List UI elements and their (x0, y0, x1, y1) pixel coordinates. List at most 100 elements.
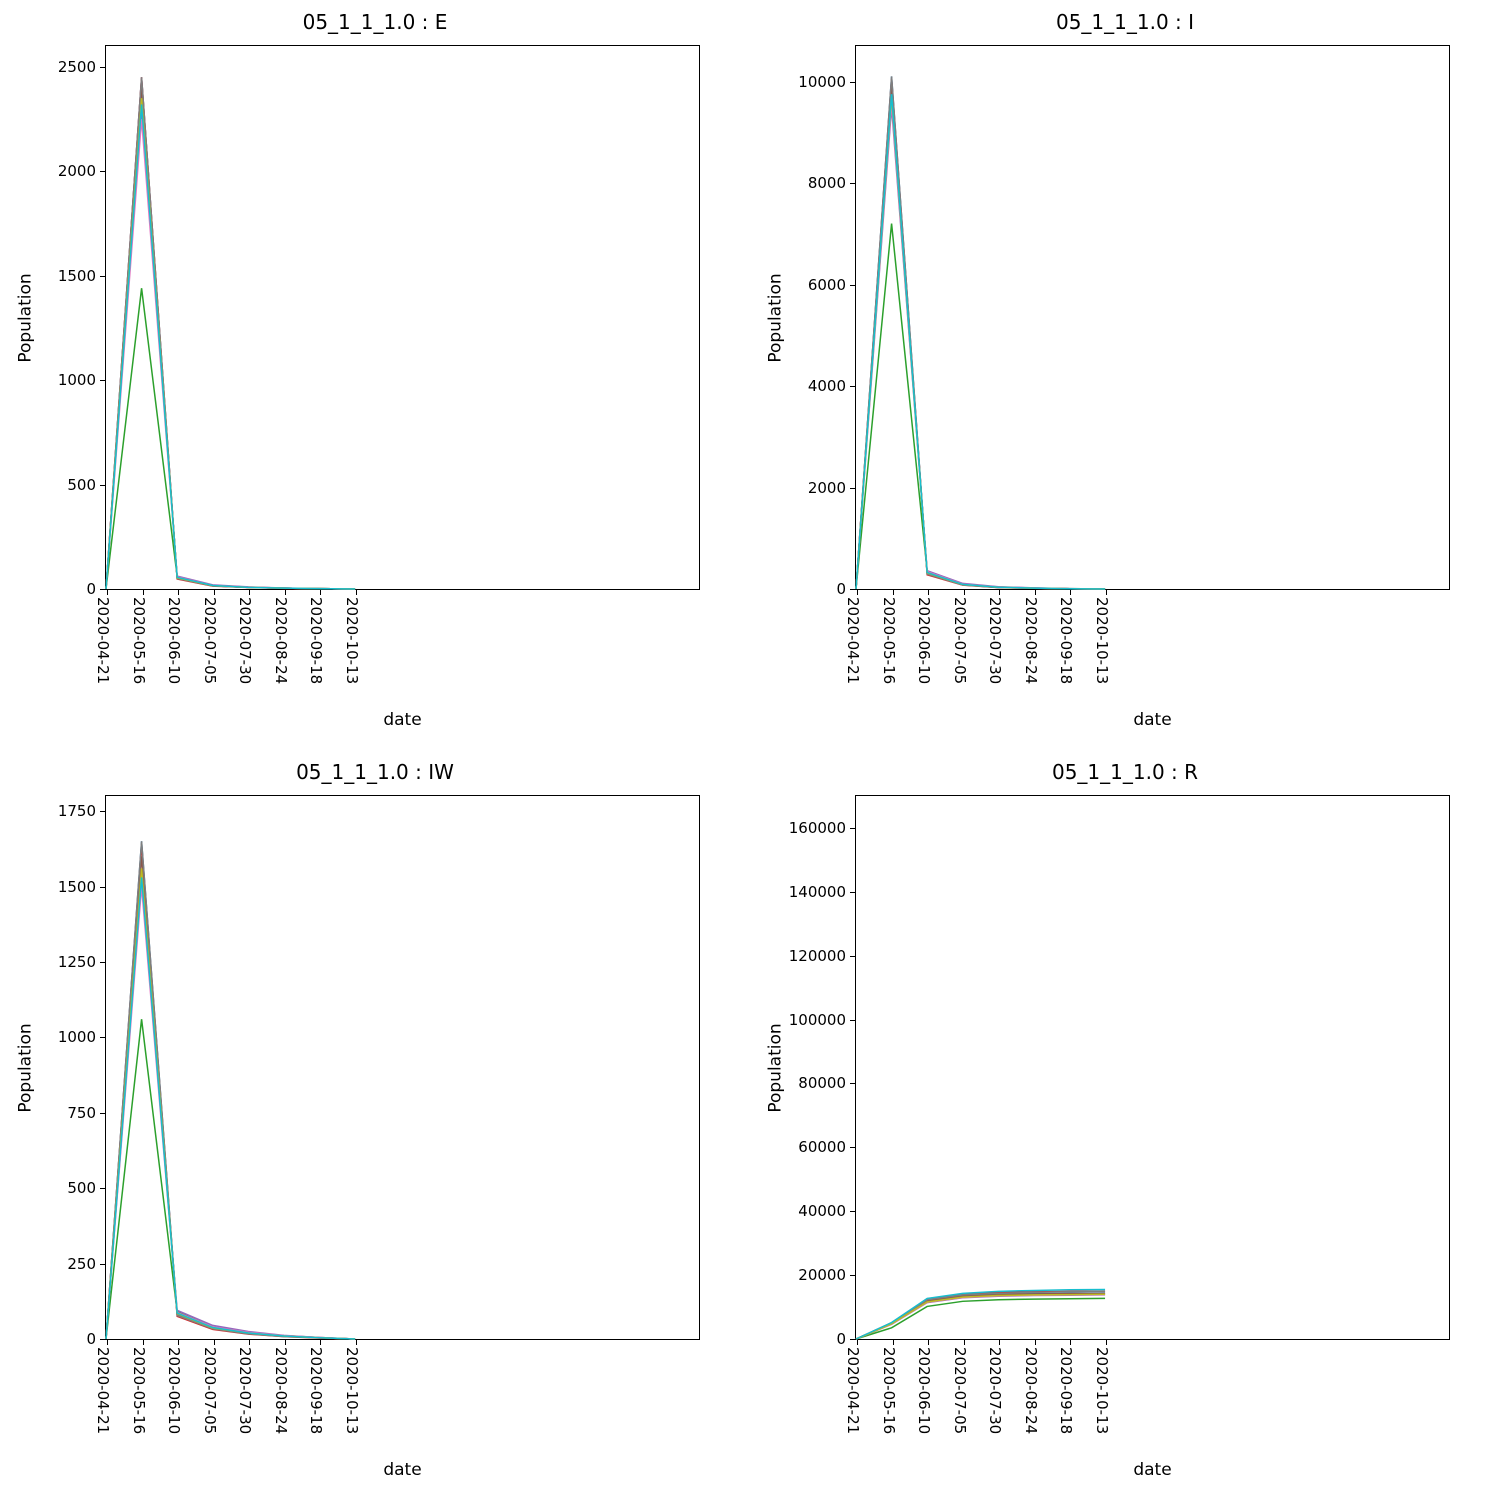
y-tick-label: 1500 (58, 267, 106, 285)
series-line (106, 98, 355, 589)
x-tick-label: 2020-04-21 (94, 1347, 112, 1434)
x-axis-label: date (855, 710, 1450, 730)
y-axis-label: Population (16, 795, 36, 1340)
series-line (856, 76, 1105, 589)
x-tick-label: 2020-07-30 (986, 1347, 1004, 1434)
x-tick-label: 2020-04-21 (844, 1347, 862, 1434)
series-line (856, 224, 1105, 589)
plot-area: 02000400060008000100002020-04-212020-05-… (855, 45, 1450, 590)
y-tick-label: 0 (836, 1330, 856, 1348)
y-tick-label: 500 (67, 1179, 106, 1197)
x-tick-label: 2020-09-18 (1057, 597, 1075, 684)
series-line (856, 94, 1105, 589)
series-line (106, 98, 355, 589)
series-line (106, 104, 355, 589)
y-axis-label: Population (16, 45, 36, 590)
series-line (856, 102, 1105, 589)
x-tick-label: 2020-10-13 (1093, 597, 1111, 684)
y-axis-label: Population (766, 45, 786, 590)
series-line (856, 1295, 1105, 1339)
x-tick-label: 2020-10-13 (1093, 1347, 1111, 1434)
y-tick-label: 140000 (789, 883, 856, 901)
y-tick-label: 100000 (789, 1011, 856, 1029)
plot-area: 025050075010001250150017502020-04-212020… (105, 795, 700, 1340)
x-axis-label: date (105, 1460, 700, 1480)
series-line (106, 880, 355, 1339)
y-tick-label: 1750 (58, 802, 106, 820)
x-tick-label: 2020-09-18 (307, 597, 325, 684)
x-tick-label: 2020-06-10 (915, 597, 933, 684)
y-tick-label: 1500 (58, 878, 106, 896)
x-tick-label: 2020-08-24 (1022, 1347, 1040, 1434)
series-line (106, 77, 355, 589)
y-tick-label: 500 (67, 476, 106, 494)
series-line (106, 1019, 355, 1339)
chart-grid: 05_1_1_1.0 : E Population 05001000150020… (0, 0, 1500, 1500)
plot-area: 0200004000060000800001000001200001400001… (855, 795, 1450, 1340)
x-tick-label: 2020-05-16 (130, 1347, 148, 1434)
series-line (856, 92, 1105, 589)
plot-area: 050010001500200025002020-04-212020-05-16… (105, 45, 700, 590)
x-tick-label: 2020-07-05 (951, 1347, 969, 1434)
series-line (856, 107, 1105, 589)
y-tick-label: 160000 (789, 819, 856, 837)
series-line (106, 844, 355, 1339)
y-tick-label: 120000 (789, 947, 856, 965)
series-line (856, 1295, 1105, 1339)
x-tick-label: 2020-10-13 (343, 597, 361, 684)
panel-IW: 05_1_1_1.0 : IW Population 0250500750100… (0, 750, 750, 1500)
y-tick-label: 1250 (58, 953, 106, 971)
y-tick-label: 1000 (58, 371, 106, 389)
y-tick-label: 60000 (798, 1138, 856, 1156)
x-tick-label: 2020-10-13 (343, 1347, 361, 1434)
y-tick-label: 2500 (58, 58, 106, 76)
series-line (106, 288, 355, 589)
chart-title: 05_1_1_1.0 : E (0, 10, 750, 34)
series-line (106, 856, 355, 1339)
series-line (106, 109, 355, 589)
x-tick-label: 2020-04-21 (94, 597, 112, 684)
y-tick-label: 1000 (58, 1028, 106, 1046)
y-tick-label: 250 (67, 1255, 106, 1273)
x-tick-label: 2020-04-21 (844, 597, 862, 684)
y-tick-label: 10000 (798, 73, 856, 91)
x-tick-label: 2020-07-05 (201, 1347, 219, 1434)
series-line (856, 1298, 1105, 1339)
y-tick-label: 0 (86, 580, 106, 598)
series-line (856, 76, 1105, 589)
x-tick-label: 2020-09-18 (1057, 1347, 1075, 1434)
x-tick-label: 2020-06-10 (165, 597, 183, 684)
x-tick-label: 2020-05-16 (880, 1347, 898, 1434)
x-tick-label: 2020-07-30 (986, 597, 1004, 684)
x-tick-label: 2020-06-10 (915, 1347, 933, 1434)
x-tick-label: 2020-05-16 (880, 597, 898, 684)
y-tick-label: 20000 (798, 1266, 856, 1284)
series-line (106, 868, 355, 1339)
chart-title: 05_1_1_1.0 : I (750, 10, 1500, 34)
series-line (106, 77, 355, 589)
x-tick-label: 2020-06-10 (165, 1347, 183, 1434)
series-line (106, 119, 355, 589)
x-tick-label: 2020-08-24 (272, 597, 290, 684)
y-tick-label: 6000 (808, 276, 856, 294)
y-tick-label: 0 (86, 1330, 106, 1348)
chart-title: 05_1_1_1.0 : IW (0, 760, 750, 784)
x-tick-label: 2020-05-16 (130, 597, 148, 684)
y-tick-label: 2000 (58, 162, 106, 180)
x-axis-label: date (855, 1460, 1450, 1480)
x-tick-label: 2020-07-30 (236, 1347, 254, 1434)
y-tick-label: 40000 (798, 1202, 856, 1220)
x-tick-label: 2020-07-05 (951, 597, 969, 684)
series-line (106, 77, 355, 589)
y-tick-label: 2000 (808, 479, 856, 497)
y-axis-label: Population (766, 795, 786, 1340)
series-line (106, 871, 355, 1339)
series-line (106, 877, 355, 1339)
y-tick-label: 80000 (798, 1074, 856, 1092)
series-line (106, 887, 355, 1339)
chart-title: 05_1_1_1.0 : R (750, 760, 1500, 784)
y-tick-label: 750 (67, 1104, 106, 1122)
panel-E: 05_1_1_1.0 : E Population 05001000150020… (0, 0, 750, 750)
y-tick-label: 0 (836, 580, 856, 598)
panel-R: 05_1_1_1.0 : R Population 02000040000600… (750, 750, 1500, 1500)
